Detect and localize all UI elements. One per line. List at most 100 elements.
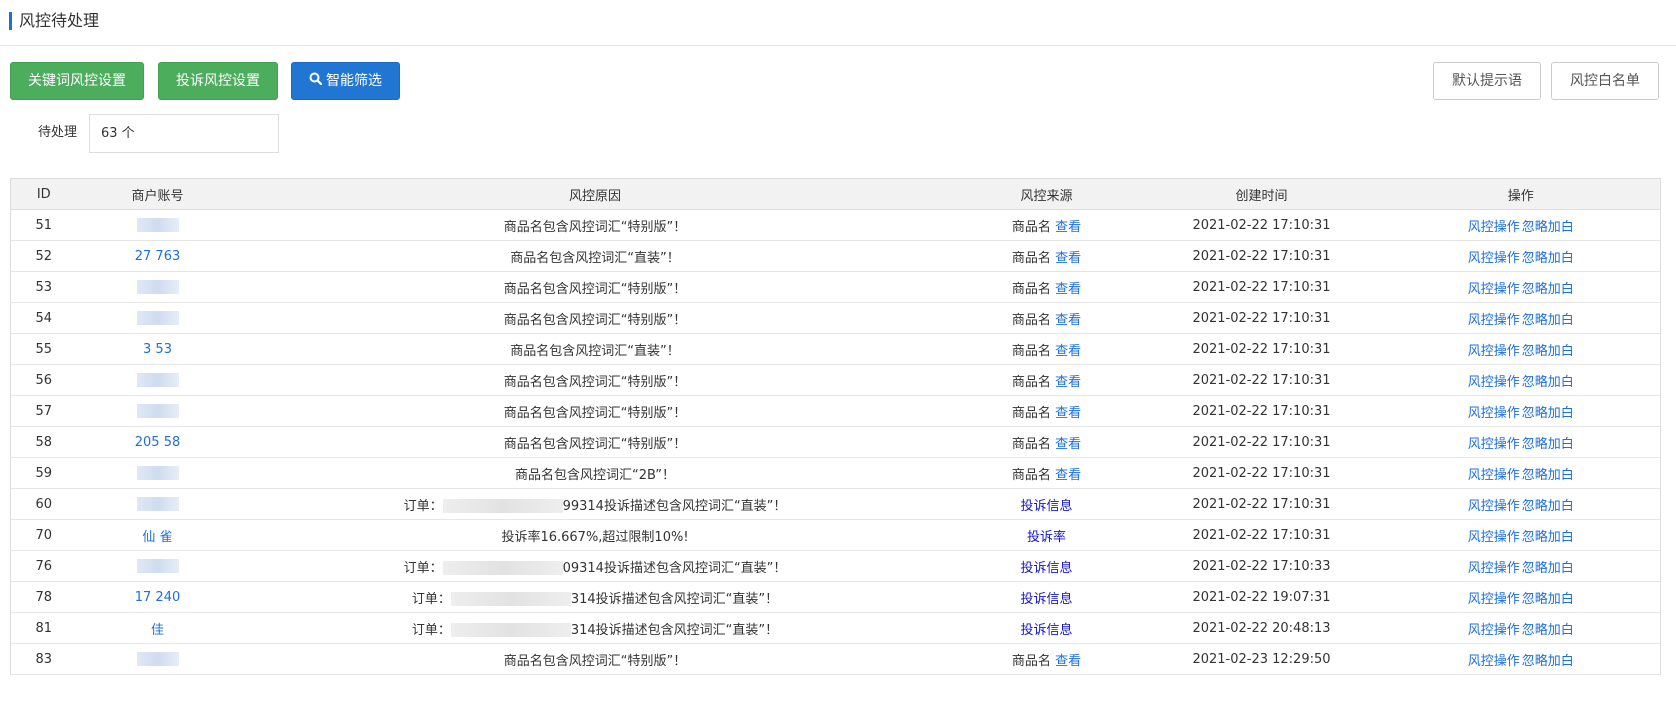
- keyword-risk-settings-button[interactable]: 关键词风控设置: [10, 62, 144, 100]
- cell-reason: 商品名包含风控词汇“直装”！: [238, 333, 952, 365]
- merchant-account-link[interactable]: 205 58: [135, 435, 181, 450]
- smart-filter-label: 智能筛选: [326, 73, 382, 89]
- merchant-account-link[interactable]: 17 240: [135, 590, 181, 605]
- complaint-risk-settings-button[interactable]: 投诉风控设置: [158, 62, 278, 100]
- merchant-account-link[interactable]: 仙 雀: [142, 530, 172, 545]
- cell-time: 2021-02-22 20:48:13: [1141, 612, 1382, 644]
- risk-operation-link[interactable]: 风控操作: [1468, 251, 1520, 266]
- ignore-whitelist-link[interactable]: 忽略加白: [1522, 654, 1574, 669]
- view-link[interactable]: 查看: [1055, 251, 1081, 266]
- complaint-link[interactable]: 投诉率: [1027, 530, 1066, 545]
- cell-id: 55: [10, 333, 77, 365]
- whitelist-button[interactable]: 风控白名单: [1551, 62, 1659, 100]
- ignore-whitelist-link[interactable]: 忽略加白: [1522, 623, 1574, 638]
- reason-prefix: 订单：: [411, 622, 451, 638]
- table-row: 57 商品名包含风控词汇“特别版”！ 商品名 查看 2021-02-22 17:10:…: [10, 395, 1661, 427]
- masked-account: [136, 652, 179, 666]
- cell-id: 52: [10, 240, 77, 272]
- cell-source: 商品名 查看: [951, 426, 1142, 458]
- cell-reason: 商品名包含风控词汇“特别版”！: [238, 426, 952, 458]
- risk-operation-link[interactable]: 风控操作: [1468, 592, 1520, 607]
- cell-reason: 投诉率16.667%,超过限制10%!: [238, 519, 952, 551]
- complaint-link[interactable]: 投诉信息: [1020, 561, 1072, 576]
- cell-time: 2021-02-22 17:10:31: [1141, 271, 1382, 303]
- source-text: 商品名: [1011, 374, 1051, 390]
- ignore-whitelist-link[interactable]: 忽略加白: [1522, 437, 1574, 452]
- ignore-whitelist-link[interactable]: 忽略加白: [1522, 561, 1574, 576]
- cell-source: 商品名 查看: [951, 271, 1142, 303]
- risk-operation-link[interactable]: 风控操作: [1468, 344, 1520, 359]
- reason-text: 商品名包含风控词汇“特别版”！: [503, 436, 687, 452]
- cell-actions: 风控操作 忽略加白: [1381, 519, 1661, 551]
- reason-prefix: 订单：: [403, 560, 443, 576]
- view-link[interactable]: 查看: [1055, 220, 1081, 235]
- view-link[interactable]: 查看: [1055, 406, 1081, 421]
- cell-account: [76, 457, 239, 489]
- view-link[interactable]: 查看: [1055, 437, 1081, 452]
- cell-actions: 风控操作 忽略加白: [1381, 395, 1661, 427]
- cell-actions: 风控操作 忽略加白: [1381, 302, 1661, 334]
- merchant-account-link[interactable]: 佳: [151, 623, 164, 638]
- cell-source: 投诉信息: [951, 488, 1142, 520]
- smart-filter-button[interactable]: 智能筛选: [291, 62, 400, 100]
- risk-operation-link[interactable]: 风控操作: [1468, 313, 1520, 328]
- view-link[interactable]: 查看: [1055, 654, 1081, 669]
- source-text: 商品名: [1011, 467, 1051, 483]
- view-link[interactable]: 查看: [1055, 313, 1081, 328]
- ignore-whitelist-link[interactable]: 忽略加白: [1522, 592, 1574, 607]
- ignore-whitelist-link[interactable]: 忽略加白: [1522, 251, 1574, 266]
- cell-id: 78: [10, 581, 77, 613]
- table-row: 54 商品名包含风控词汇“特别版”！ 商品名 查看 2021-02-22 17:10:…: [10, 302, 1661, 334]
- risk-operation-link[interactable]: 风控操作: [1468, 437, 1520, 452]
- view-link[interactable]: 查看: [1055, 468, 1081, 483]
- ignore-whitelist-link[interactable]: 忽略加白: [1522, 499, 1574, 514]
- cell-actions: 风控操作 忽略加白: [1381, 643, 1661, 675]
- risk-operation-link[interactable]: 风控操作: [1468, 561, 1520, 576]
- cell-time: 2021-02-22 17:10:31: [1141, 488, 1382, 520]
- ignore-whitelist-link[interactable]: 忽略加白: [1522, 406, 1574, 421]
- risk-operation-link[interactable]: 风控操作: [1468, 406, 1520, 421]
- cell-account: [76, 488, 239, 520]
- masked-account: [136, 280, 179, 294]
- ignore-whitelist-link[interactable]: 忽略加白: [1522, 344, 1574, 359]
- cell-account: 27 763: [76, 240, 239, 272]
- risk-operation-link[interactable]: 风控操作: [1468, 468, 1520, 483]
- table-row: 70 仙 雀 投诉率16.667%,超过限制10%! 投诉率 2021-02-22 17…: [10, 519, 1661, 551]
- cell-id: 54: [10, 302, 77, 334]
- view-link[interactable]: 查看: [1055, 344, 1081, 359]
- risk-operation-link[interactable]: 风控操作: [1468, 375, 1520, 390]
- masked-order-number: [442, 561, 563, 575]
- risk-operation-link[interactable]: 风控操作: [1468, 499, 1520, 514]
- ignore-whitelist-link[interactable]: 忽略加白: [1522, 530, 1574, 545]
- cell-reason: 商品名包含风控词汇“特别版”！: [238, 302, 952, 334]
- table-row: 76 订单： 09314投诉描述包含风控词汇“直装”！ 投诉信息 2021-02-22 …: [10, 550, 1661, 582]
- cell-id: 53: [10, 271, 77, 303]
- merchant-account-link[interactable]: 27 763: [135, 249, 181, 264]
- cell-source: 商品名 查看: [951, 302, 1142, 334]
- cell-id: 60: [10, 488, 77, 520]
- complaint-link[interactable]: 投诉信息: [1020, 499, 1072, 514]
- ignore-whitelist-link[interactable]: 忽略加白: [1522, 468, 1574, 483]
- complaint-link[interactable]: 投诉信息: [1020, 623, 1072, 638]
- ignore-whitelist-link[interactable]: 忽略加白: [1522, 375, 1574, 390]
- complaint-link[interactable]: 投诉信息: [1020, 592, 1072, 607]
- risk-operation-link[interactable]: 风控操作: [1468, 220, 1520, 235]
- merchant-account-link[interactable]: 3 53: [143, 342, 172, 357]
- ignore-whitelist-link[interactable]: 忽略加白: [1522, 313, 1574, 328]
- view-link[interactable]: 查看: [1055, 375, 1081, 390]
- default-tip-button[interactable]: 默认提示语: [1433, 62, 1541, 100]
- ignore-whitelist-link[interactable]: 忽略加白: [1522, 282, 1574, 297]
- cell-account: 仙 雀: [76, 519, 239, 551]
- view-link[interactable]: 查看: [1055, 282, 1081, 297]
- risk-operation-link[interactable]: 风控操作: [1468, 623, 1520, 638]
- cell-source: 商品名 查看: [951, 395, 1142, 427]
- risk-operation-link[interactable]: 风控操作: [1468, 530, 1520, 545]
- pending-count-field[interactable]: 63 个: [89, 114, 279, 153]
- ignore-whitelist-link[interactable]: 忽略加白: [1522, 220, 1574, 235]
- source-text: 商品名: [1011, 312, 1051, 328]
- risk-operation-link[interactable]: 风控操作: [1468, 654, 1520, 669]
- risk-operation-link[interactable]: 风控操作: [1468, 282, 1520, 297]
- table-row: 60 订单： 99314投诉描述包含风控词汇“直装”！ 投诉信息 2021-02-22 …: [10, 488, 1661, 520]
- source-text: 商品名: [1011, 343, 1051, 359]
- col-header-account: 商户账号: [76, 178, 239, 210]
